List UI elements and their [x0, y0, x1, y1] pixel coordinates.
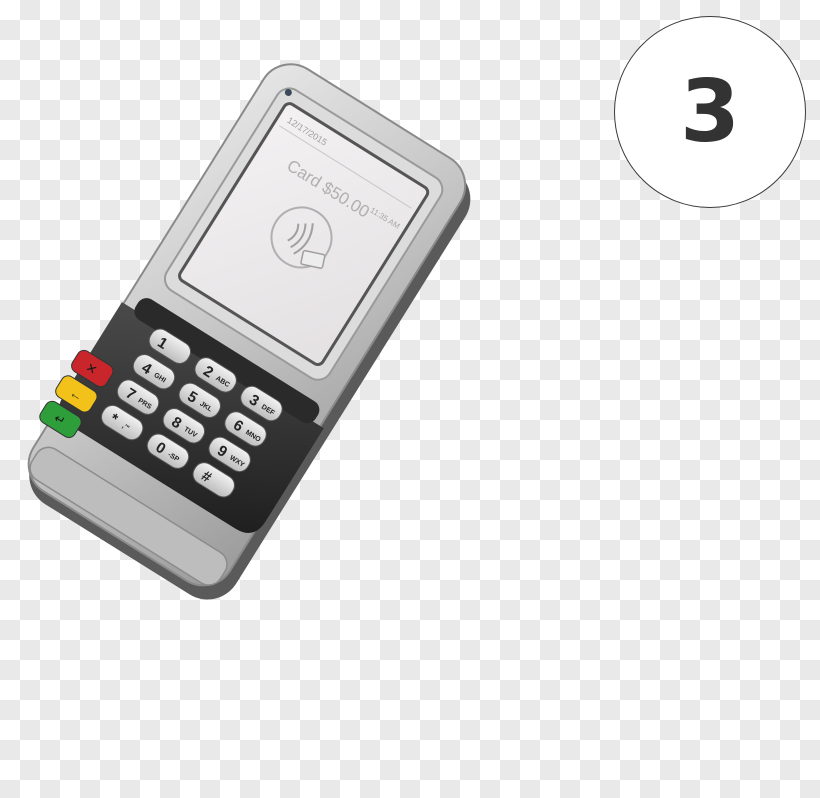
- payment-terminal-illustration: 12/17/2015 Card $50.00 11:35 AM 12ABC3DE…: [27, 63, 471, 600]
- payment-terminal: 12/17/2015 Card $50.00 11:35 AM 1 2 ABC 3 DE…: [0, 0, 820, 793]
